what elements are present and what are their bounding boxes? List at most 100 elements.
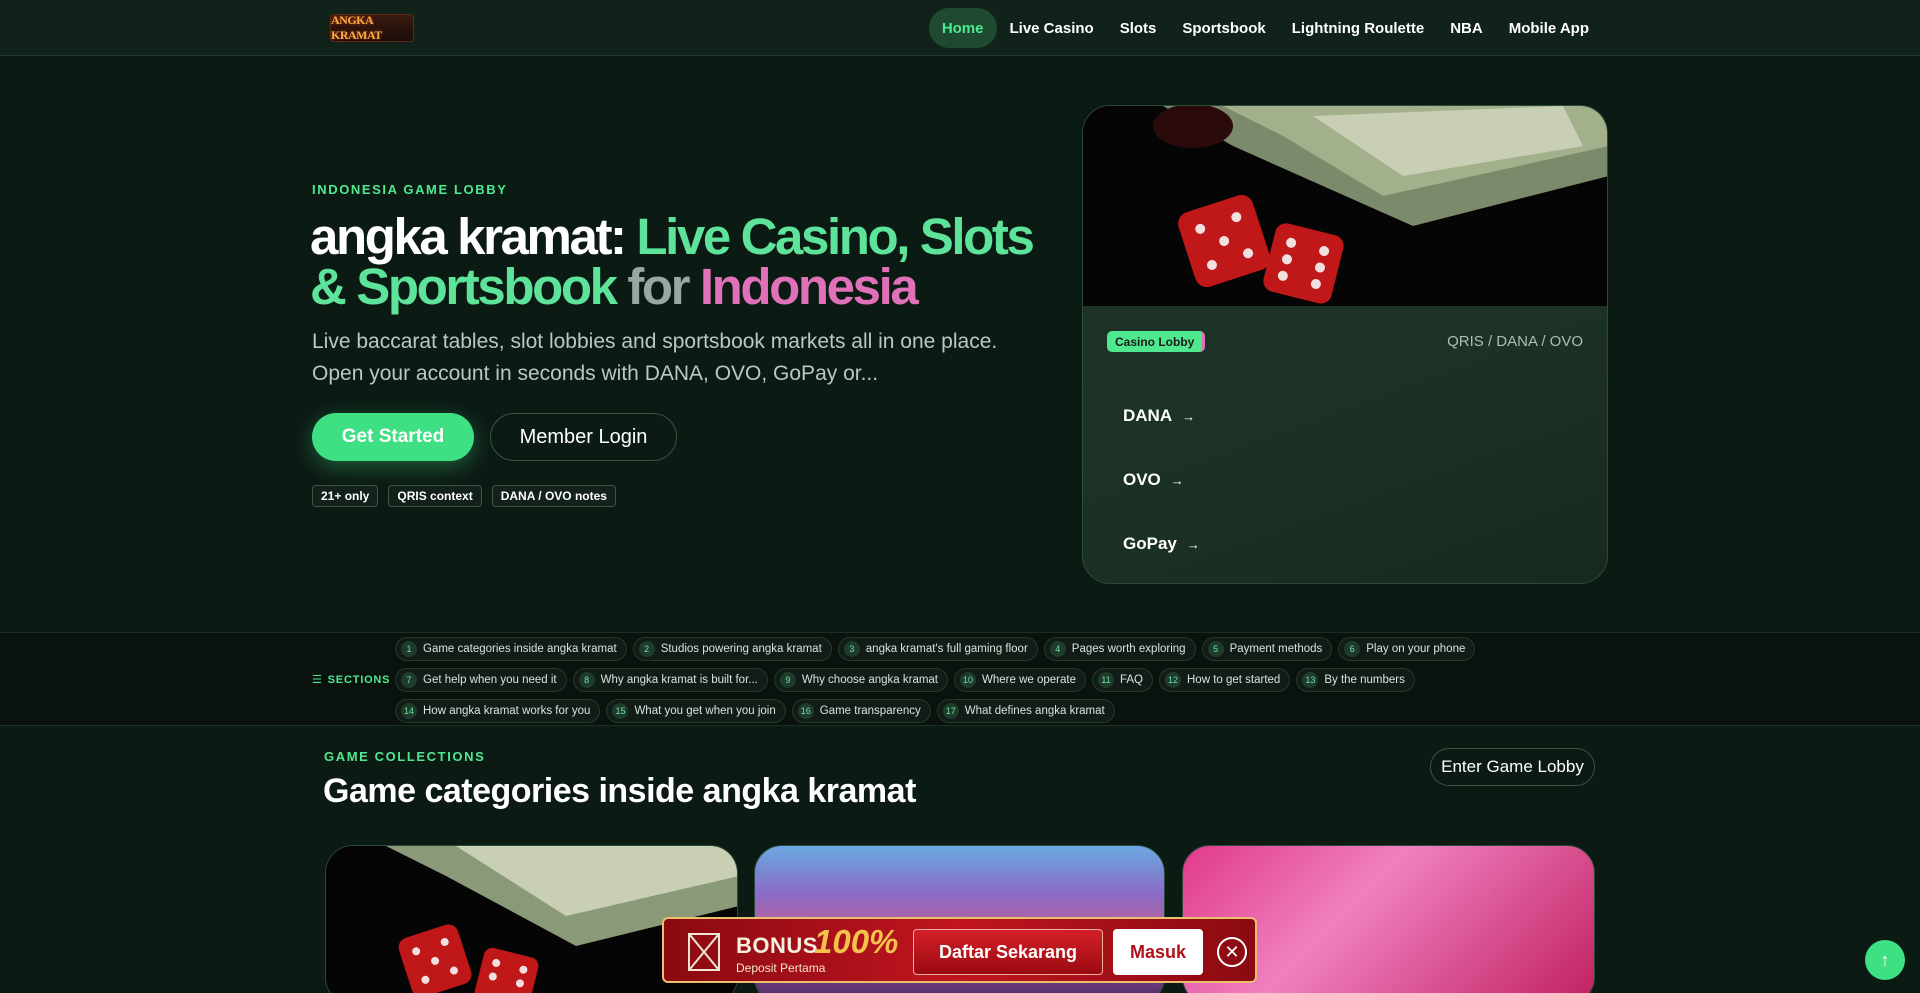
section-link[interactable]: 14 How angka kramat works for you [395,699,601,723]
section-link-label: By the numbers [1324,674,1405,686]
logo-text: ANGKA KRAMAT [331,13,382,42]
hero-chips: 21+ only QRIS context DANA / OVO notes [312,485,616,507]
section-link[interactable]: 1 Game categories inside angka kramat [395,637,627,661]
dice-money-image [1083,106,1607,306]
payment-gopay-link[interactable]: GoPay → [1123,512,1200,576]
section-link-label: Payment methods [1229,643,1323,655]
section-link[interactable]: 4 Pages worth exploring [1043,637,1196,661]
section-link[interactable]: 8 Why angka kramat is built for... [572,668,768,692]
section-link-label: Play on your phone [1366,643,1466,655]
nav-nba[interactable]: NBA [1437,8,1496,48]
member-login-button[interactable]: Member Login [490,413,677,461]
collections-eyebrow: GAME COLLECTIONS [324,749,486,764]
nav-live-casino[interactable]: Live Casino [997,8,1107,48]
card-header-row: Casino Lobby QRIS / DANA / OVO [1107,331,1583,355]
section-link[interactable]: 6 Play on your phone [1338,637,1476,661]
section-number: 7 [401,672,417,688]
section-number: 14 [401,703,417,719]
section-number: 12 [1165,672,1181,688]
payment-list: DANA → OVO → GoPay → [1123,384,1200,576]
sections-label: ☰ SECTIONS [312,673,390,687]
section-link-label: Studios powering angka kramat [660,643,822,655]
casino-lobby-badge: Casino Lobby [1107,331,1206,352]
sections-bar: ☰ SECTIONS 1 Game categories inside angka … [0,632,1920,726]
section-link[interactable]: 15 What you get when you join [606,699,786,723]
section-link[interactable]: 13 By the numbers [1296,668,1415,692]
section-link-label: Where we operate [982,674,1076,686]
section-link[interactable]: 11 FAQ [1091,668,1153,692]
section-number: 17 [942,703,959,719]
bonus-percent: 100% [814,923,899,960]
bonus-word: BONUS [736,933,818,958]
hero-title-brand: angka kramat: [310,208,637,265]
arrow-right-icon: → [1182,408,1196,424]
nav-links: Home Live Casino Slots Sportsbook Lightn… [928,8,1602,48]
section-number: 15 [612,703,629,719]
section-number: 13 [1302,672,1319,688]
hero-title: angka kramat: Live Casino, Slots & Sport… [310,211,1060,315]
casino-lobby-card: Casino Lobby QRIS / DANA / OVO DANA → OVO… [1082,105,1608,584]
section-link[interactable]: 3 angka kramat's full gaming floor [837,637,1038,661]
collections-title: Game categories inside angka kramat [323,772,916,810]
sections-row: 7 Get help when you need it 8 Why angka kr… [395,668,1415,692]
nav-lightning-roulette[interactable]: Lightning Roulette [1279,8,1437,48]
dice-illustration [1083,106,1607,306]
section-link-label: Why angka kramat is built for... [600,674,758,686]
gift-icon [688,933,720,971]
nav-sportsbook[interactable]: Sportsbook [1169,8,1278,48]
site-logo[interactable]: ANGKA KRAMAT [330,13,414,42]
nav-home[interactable]: Home [928,8,997,48]
section-number: 10 [960,672,977,688]
section-link-label: What defines angka kramat [964,705,1105,717]
chip-dana-ovo: DANA / OVO notes [491,485,616,507]
section-link-label: How angka kramat works for you [423,705,591,717]
section-link[interactable]: 5 Payment methods [1201,637,1333,661]
section-number: 4 [1049,641,1066,657]
back-to-top-button[interactable]: ↑ [1865,940,1905,980]
section-number: 3 [843,641,860,657]
section-link-label: angka kramat's full gaming floor [865,643,1028,655]
section-number: 11 [1097,672,1114,688]
section-link-label: How to get started [1187,674,1281,686]
payment-note: QRIS / DANA / OVO [1447,333,1583,350]
payment-ovo-link[interactable]: OVO → [1123,448,1200,512]
section-link[interactable]: 7 Get help when you need it [395,668,567,692]
hero-title-country: Indonesia [699,258,919,315]
section-link-label: Game categories inside angka kramat [423,643,617,655]
section-link[interactable]: 10 Where we operate [954,668,1086,692]
section-link[interactable]: 17 What defines angka kramat [936,699,1115,723]
chip-age: 21+ only [312,485,379,507]
nav-slots[interactable]: Slots [1107,8,1170,48]
section-link-label: What you get when you join [634,705,776,717]
login-button[interactable]: Masuk [1113,929,1203,975]
section-number: 6 [1344,641,1361,657]
payment-ovo-label: OVO [1123,470,1161,489]
arrow-right-icon: → [1170,472,1184,488]
bonus-subtitle: Deposit Pertama [736,961,826,975]
get-started-button[interactable]: Get Started [312,413,474,461]
sections-row: 1 Game categories inside angka kramat 2 St… [395,637,1476,661]
close-icon[interactable]: ✕ [1217,937,1247,967]
top-navbar: ANGKA KRAMAT Home Live Casino Slots Spor… [0,0,1920,56]
section-link-label: Pages worth exploring [1071,643,1186,655]
section-link[interactable]: 2 Studios powering angka kramat [632,637,832,661]
section-link[interactable]: 9 Why choose angka kramat [773,668,949,692]
hero-title-for: for [615,258,700,315]
bonus-banner: BONUS 100% Deposit Pertama Daftar Sekara… [662,917,1257,983]
hero-eyebrow: INDONESIA GAME LOBBY [312,182,508,197]
section-number: 5 [1207,641,1224,657]
register-now-button[interactable]: Daftar Sekarang [913,929,1103,975]
payment-dana-link[interactable]: DANA → [1123,384,1200,448]
section-number: 2 [638,641,655,657]
section-link[interactable]: 12 How to get started [1159,668,1291,692]
section-number: 16 [797,703,814,719]
nav-mobile-app[interactable]: Mobile App [1496,8,1602,48]
sections-row: 14 How angka kramat works for you 15 What … [395,699,1115,723]
list-icon: ☰ [312,674,323,686]
section-link-label: Why choose angka kramat [801,674,939,686]
section-link[interactable]: 16 Game transparency [791,699,931,723]
section-number: 8 [578,672,595,688]
payment-gopay-label: GoPay [1123,534,1177,553]
chip-qris: QRIS context [388,485,482,507]
enter-game-lobby-button[interactable]: Enter Game Lobby [1430,748,1595,786]
